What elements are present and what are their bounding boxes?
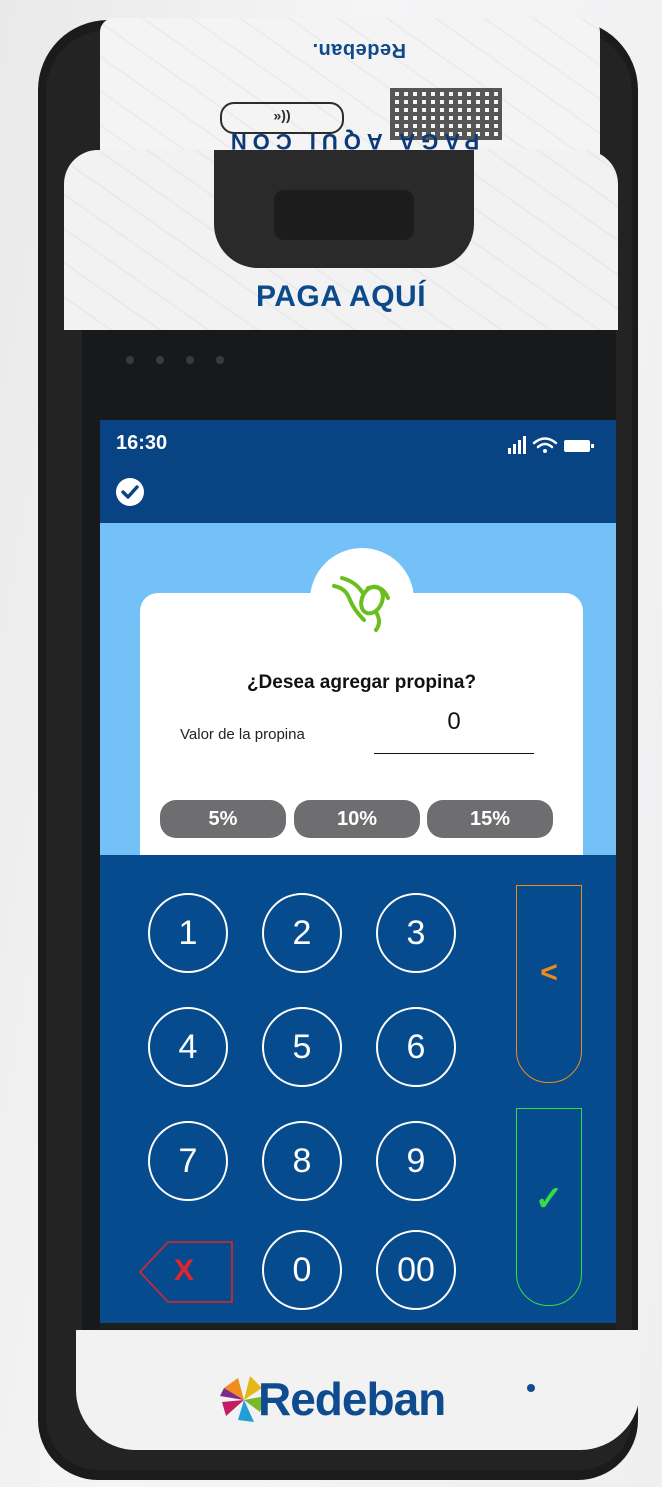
tip-10-percent-button[interactable]: 10% [294,800,420,838]
status-time: 16:30 [116,432,168,454]
key-2[interactable]: 2 [262,893,342,973]
battery-icon [564,440,594,452]
key-6[interactable]: 6 [376,1007,456,1087]
top-sticker: Redeban. ((« PAGA AQUI CON [100,18,600,158]
tip-amount-label: Valor de la propina [180,726,305,743]
key-0[interactable]: 0 [262,1230,342,1310]
hand-coin-icon [332,576,390,632]
sensor-dot [186,356,194,364]
sensor-dot [156,356,164,364]
check-circle-icon[interactable] [116,478,144,506]
check-icon: ✓ [534,1180,564,1218]
tip-5-percent-button[interactable]: 5% [160,800,286,838]
delete-key[interactable]: X [138,1240,234,1304]
backspace-key[interactable]: < [516,885,582,1083]
numeric-keypad: 1 2 3 4 5 6 7 8 9 0 00 X < ✓ [100,855,616,1323]
sensor-dot [216,356,224,364]
status-icons [508,436,594,454]
top-brand-mirrored: Redeban. [312,39,407,61]
wifi-icon [532,437,558,453]
scanner-lens [274,190,414,240]
sensor-dot [126,356,134,364]
key-9[interactable]: 9 [376,1121,456,1201]
chevron-left-icon: < [540,956,558,989]
tip-amount-field[interactable]: 0 [374,708,534,736]
bottom-strip [100,1323,616,1329]
key-00[interactable]: 00 [376,1230,456,1310]
key-1[interactable]: 1 [148,893,228,973]
tip-question: ¿Desea agregar propina? [246,672,477,693]
key-4[interactable]: 4 [148,1007,228,1087]
tip-amount-underline [374,753,534,754]
confirm-key[interactable]: ✓ [516,1108,582,1306]
key-5[interactable]: 5 [262,1007,342,1087]
status-bar: 16:30 [100,420,616,523]
scanner-area: PAGA AQUÍ [64,150,618,330]
brand-dot [527,1384,535,1392]
signal-icon [508,436,526,454]
delete-key-label: X [174,1254,195,1287]
paga-aqui-label: PAGA AQUÍ [255,280,427,313]
redeban-brand-text: Redeban [258,1373,446,1425]
key-7[interactable]: 7 [148,1121,228,1201]
key-8[interactable]: 8 [262,1121,342,1201]
screen: 16:30 ¿Desea agregar propina? Valor de l… [100,420,616,1323]
tip-15-percent-button[interactable]: 15% [427,800,553,838]
tip-icon-badge [310,548,414,652]
key-3[interactable]: 3 [376,893,456,973]
